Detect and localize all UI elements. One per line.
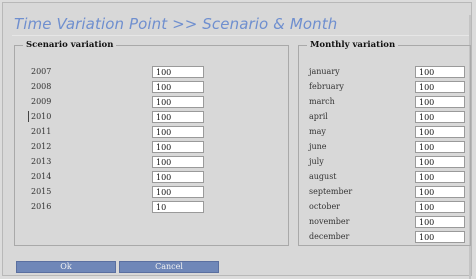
scenario-year-label: 2015 — [31, 187, 52, 196]
scenario-row-2008: 2008 — [31, 81, 286, 94]
monthly-value-input-april[interactable] — [415, 111, 465, 123]
monthly-variation-legend: Monthly variation — [310, 40, 396, 50]
monthly-value-input-february[interactable] — [415, 81, 465, 93]
monthly-variation-group: Monthly variation january february march… — [298, 40, 471, 246]
scenario-row-2013: 2013 — [31, 156, 286, 169]
scenario-value-input-2014[interactable] — [152, 171, 204, 183]
scenario-row-2007: 2007 — [31, 66, 286, 79]
scenario-year-label: 2016 — [31, 202, 52, 211]
scenario-row-2016: 2016 — [31, 201, 286, 214]
monthly-value-input-june[interactable] — [415, 141, 465, 153]
month-label: september — [309, 187, 353, 196]
monthly-value-input-december[interactable] — [415, 231, 465, 243]
scenario-variation-legend: Scenario variation — [26, 40, 114, 50]
scenario-year-label: 2008 — [31, 82, 52, 91]
monthly-row-march: march — [309, 96, 469, 109]
scenario-value-input-2012[interactable] — [152, 141, 204, 153]
title-divider — [12, 35, 471, 36]
monthly-row-june: june — [309, 141, 469, 154]
month-label: march — [309, 97, 335, 106]
scenario-variation-group: Scenario variation 2007 2008 2009 2010 2… — [14, 40, 289, 246]
monthly-value-input-october[interactable] — [415, 201, 465, 213]
month-label: april — [309, 112, 328, 121]
month-label: january — [309, 67, 340, 76]
scenario-value-input-2008[interactable] — [152, 81, 204, 93]
monthly-value-input-november[interactable] — [415, 216, 465, 228]
page-title: Time Variation Point >> Scenario & Month — [14, 15, 338, 33]
monthly-value-input-january[interactable] — [415, 66, 465, 78]
monthly-row-september: september — [309, 186, 469, 199]
scenario-row-2010: 2010 — [28, 111, 286, 124]
monthly-value-input-august[interactable] — [415, 171, 465, 183]
month-label: december — [309, 232, 350, 241]
scenario-year-label: 2014 — [31, 172, 52, 181]
scenario-value-input-2009[interactable] — [152, 96, 204, 108]
ok-button[interactable]: Ok — [16, 261, 116, 273]
month-label: august — [309, 172, 337, 181]
scenario-year-label: 2011 — [31, 127, 52, 136]
scenario-year-label: 2007 — [31, 67, 52, 76]
cancel-button[interactable]: Cancel — [119, 261, 219, 273]
scenario-value-input-2013[interactable] — [152, 156, 204, 168]
monthly-row-august: august — [309, 171, 469, 184]
monthly-value-input-july[interactable] — [415, 156, 465, 168]
monthly-row-february: february — [309, 81, 469, 94]
monthly-row-april: april — [309, 111, 469, 124]
scenario-year-label: 2013 — [31, 157, 52, 166]
monthly-row-november: november — [309, 216, 469, 229]
text-cursor-icon — [28, 111, 29, 122]
monthly-row-july: july — [309, 156, 469, 169]
monthly-row-january: january — [309, 66, 469, 79]
scenario-value-input-2011[interactable] — [152, 126, 204, 138]
scenario-year-label: 2012 — [31, 142, 52, 151]
month-label: may — [309, 127, 326, 136]
scenario-value-input-2016[interactable] — [152, 201, 204, 213]
monthly-value-input-may[interactable] — [415, 126, 465, 138]
month-label: october — [309, 202, 341, 211]
scenario-row-2014: 2014 — [31, 171, 286, 184]
monthly-value-input-march[interactable] — [415, 96, 465, 108]
scenario-row-2009: 2009 — [31, 96, 286, 109]
scenario-row-2015: 2015 — [31, 186, 286, 199]
month-label: november — [309, 217, 350, 226]
scenario-value-input-2010[interactable] — [152, 111, 204, 123]
scenario-value-input-2007[interactable] — [152, 66, 204, 78]
monthly-row-october: october — [309, 201, 469, 214]
scenario-year-label: 2009 — [31, 97, 52, 106]
month-label: june — [309, 142, 327, 151]
scenario-row-2012: 2012 — [31, 141, 286, 154]
month-label: july — [309, 157, 324, 166]
monthly-row-may: may — [309, 126, 469, 139]
scenario-value-input-2015[interactable] — [152, 186, 204, 198]
scenario-year-label: 2010 — [31, 112, 52, 121]
monthly-value-input-september[interactable] — [415, 186, 465, 198]
scenario-row-2011: 2011 — [31, 126, 286, 139]
month-label: february — [309, 82, 344, 91]
monthly-row-december: december — [309, 231, 469, 244]
